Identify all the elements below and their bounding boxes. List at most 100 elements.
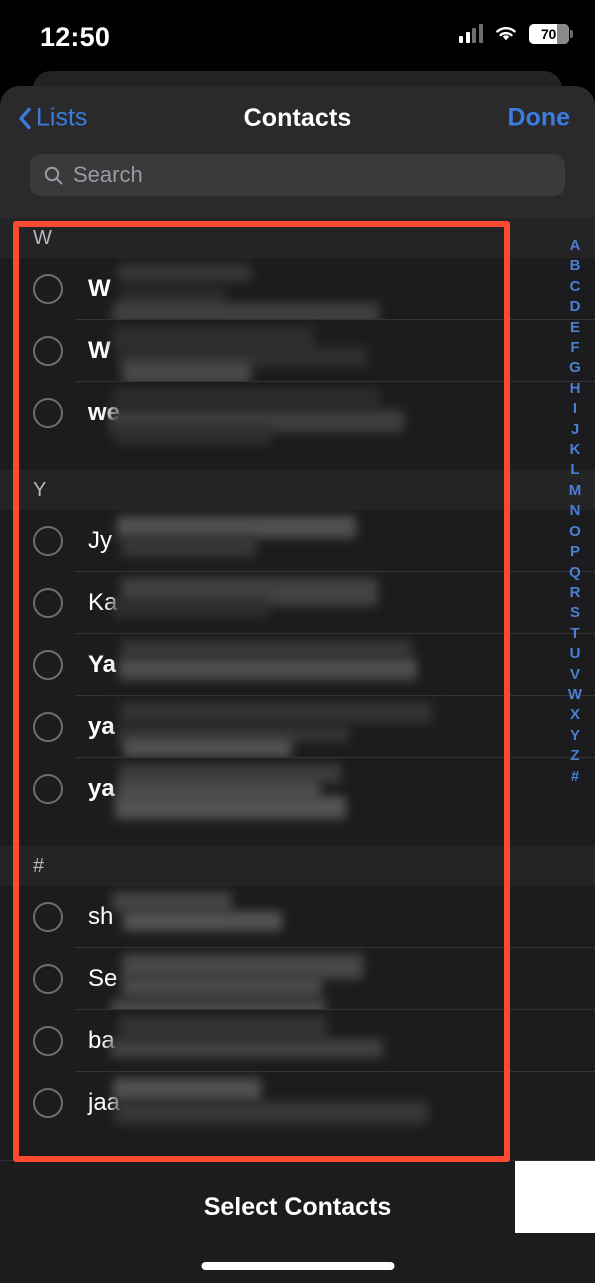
contact-row[interactable]: W	[0, 320, 595, 386]
contact-select-circle-icon[interactable]	[33, 964, 63, 994]
contact-name-prefix: ba	[88, 1027, 115, 1054]
section-header-label: W	[33, 226, 52, 249]
index-letter-q[interactable]: Q	[569, 563, 581, 583]
index-letter-n[interactable]: N	[570, 501, 581, 521]
alphabet-index-bar[interactable]: A B C D E F G H I J K L M N O P Q R S T U V W X Y Z #	[561, 236, 589, 787]
done-button[interactable]: Done	[508, 104, 571, 133]
index-letter-c[interactable]: C	[570, 277, 581, 297]
redaction-blur	[121, 954, 363, 980]
back-button-label: Lists	[36, 103, 88, 132]
redaction-blur	[114, 1101, 429, 1125]
contact-row[interactable]: Se	[0, 948, 595, 1021]
home-indicator[interactable]	[201, 1262, 394, 1270]
contact-row[interactable]: ya	[0, 758, 595, 820]
battery-icon: 70	[528, 24, 573, 44]
section-gap	[0, 820, 595, 846]
redaction-blur	[114, 796, 347, 820]
index-letter-g[interactable]: G	[569, 358, 581, 378]
contact-row[interactable]: ba	[0, 1010, 595, 1072]
index-letter-k[interactable]: K	[570, 440, 581, 460]
contact-select-circle-icon[interactable]	[33, 650, 63, 680]
contact-select-circle-icon[interactable]	[33, 1088, 63, 1118]
index-letter-w[interactable]: W	[568, 685, 582, 705]
contact-name-prefix: ya	[88, 713, 115, 740]
redaction-blur	[121, 976, 322, 999]
redaction-blur	[119, 1016, 328, 1039]
contact-row[interactable]: we	[0, 382, 595, 445]
contact-select-circle-icon[interactable]	[33, 902, 63, 932]
index-letter-b[interactable]: B	[570, 256, 581, 276]
contact-name-prefix: sh	[88, 903, 114, 930]
contact-select-circle-icon[interactable]	[33, 588, 63, 618]
index-letter-h[interactable]: H	[570, 379, 581, 399]
contact-name: we	[88, 399, 120, 427]
index-letter-t[interactable]: T	[570, 624, 579, 644]
redaction-blur	[116, 725, 349, 743]
search-icon	[44, 166, 63, 185]
index-letter-o[interactable]: O	[569, 522, 581, 542]
index-letter-s[interactable]: S	[570, 603, 580, 623]
contact-name: W	[88, 337, 111, 365]
contact-name: ya	[88, 713, 115, 741]
contact-name: Ka	[88, 589, 117, 617]
contact-select-circle-icon[interactable]	[33, 274, 63, 304]
contact-name: Ya	[88, 651, 116, 679]
redaction-blur	[119, 346, 367, 368]
index-letter-i[interactable]: I	[573, 399, 577, 419]
back-button[interactable]: Lists	[18, 104, 87, 133]
index-letter-p[interactable]: P	[570, 542, 580, 562]
contact-name-prefix: Se	[88, 965, 118, 992]
index-letter-y[interactable]: Y	[570, 726, 580, 746]
redaction-blur	[121, 578, 378, 606]
contact-name: Se	[88, 965, 117, 993]
index-letter-r[interactable]: R	[570, 583, 581, 603]
contact-select-circle-icon[interactable]	[33, 398, 63, 428]
index-letter-e[interactable]: E	[570, 318, 580, 338]
redaction-blur	[121, 536, 256, 557]
contact-name-prefix: W	[88, 275, 111, 302]
index-letter-l[interactable]: L	[570, 460, 579, 480]
contact-select-circle-icon[interactable]	[33, 526, 63, 556]
redaction-blur	[112, 892, 233, 911]
index-letter-f[interactable]: F	[570, 338, 579, 358]
contact-row[interactable]: W	[0, 258, 595, 327]
contact-select-circle-icon[interactable]	[33, 336, 63, 366]
section-header-label: Y	[33, 478, 47, 501]
index-letter-u[interactable]: U	[570, 644, 581, 664]
contacts-list[interactable]: W W Wwe Y Jy Ka Ya ya ya # sh Se ba jaa	[0, 218, 595, 1143]
section-header-hash: #	[0, 846, 595, 886]
contact-row[interactable]: Ka	[0, 572, 595, 634]
redaction-blur	[119, 657, 417, 680]
contact-row[interactable]: jaa	[0, 1072, 595, 1134]
redaction-blur	[119, 764, 342, 784]
section-header-w: W	[0, 218, 595, 258]
index-letter-v[interactable]: V	[570, 665, 580, 685]
redaction-blur	[110, 1039, 384, 1058]
contact-name: jaa	[88, 1089, 120, 1117]
search-input[interactable]: Search	[30, 154, 565, 196]
section-header-y: Y	[0, 470, 595, 510]
contact-select-circle-icon[interactable]	[33, 1026, 63, 1056]
contact-row[interactable]: Ya	[0, 634, 595, 696]
contact-row[interactable]: sh	[0, 886, 595, 948]
contact-name: ba	[88, 1027, 115, 1055]
index-letter-d[interactable]: D	[570, 297, 581, 317]
index-letter-x[interactable]: X	[570, 705, 580, 725]
index-letter-m[interactable]: M	[569, 481, 582, 501]
status-indicators: 70	[459, 24, 573, 44]
nav-bar: Lists Contacts Done	[0, 86, 595, 150]
footer-bar: Select Contacts	[0, 1160, 595, 1283]
redaction-blur	[122, 911, 282, 932]
contact-select-circle-icon[interactable]	[33, 774, 63, 804]
index-letter-j[interactable]: J	[571, 420, 579, 440]
cellular-signal-icon	[459, 24, 483, 43]
contact-name: W	[88, 275, 111, 303]
page-title: Contacts	[243, 103, 352, 132]
contact-row[interactable]: Jy	[0, 510, 595, 572]
contact-row[interactable]: ya	[0, 696, 595, 759]
contact-select-circle-icon[interactable]	[33, 712, 63, 742]
redaction-blur	[116, 516, 356, 538]
index-letter-hash[interactable]: #	[571, 767, 579, 787]
index-letter-z[interactable]: Z	[570, 746, 579, 766]
index-letter-a[interactable]: A	[570, 236, 581, 256]
